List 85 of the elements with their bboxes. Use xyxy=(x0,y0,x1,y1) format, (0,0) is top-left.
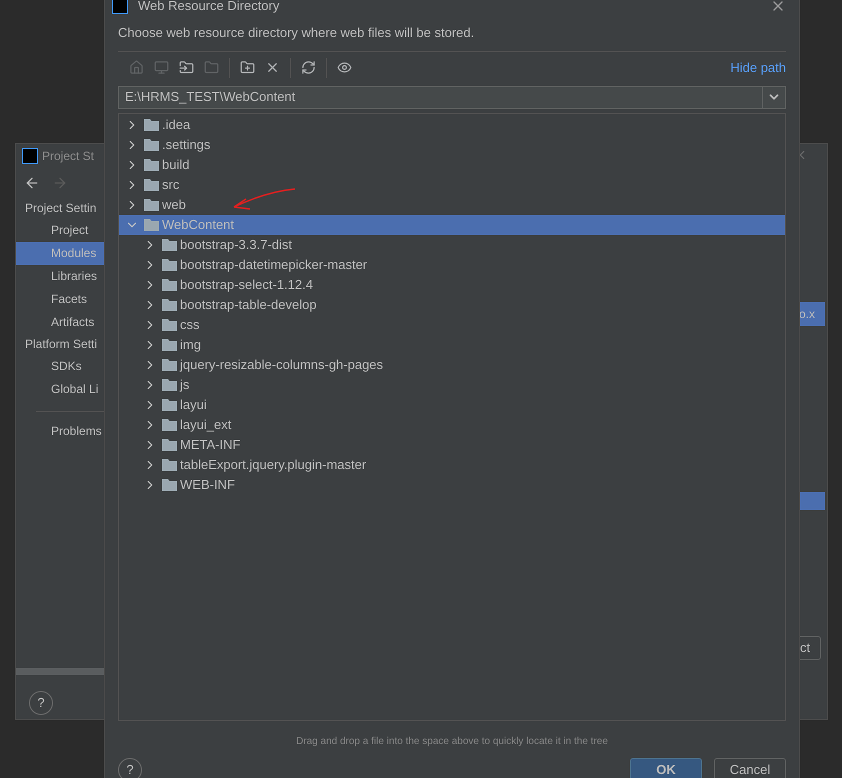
tree-row[interactable]: bootstrap-table-develop xyxy=(119,294,785,314)
path-field[interactable]: E:\HRMS_TEST\WebContent xyxy=(118,86,786,108)
folder-arrow-icon[interactable] xyxy=(179,60,194,75)
help-button[interactable]: ? xyxy=(29,691,53,715)
tree-row[interactable]: build xyxy=(119,154,785,174)
section-header: Platform Setti xyxy=(24,336,98,353)
folder-icon xyxy=(162,338,177,351)
folder-name: bootstrap-table-develop xyxy=(180,296,317,314)
tree-row[interactable]: bootstrap-3.3.7-dist xyxy=(119,234,785,254)
tree-row[interactable]: bootstrap-select-1.12.4 xyxy=(119,274,785,294)
tree-row[interactable]: css xyxy=(119,314,785,334)
folder-icon xyxy=(144,118,159,131)
sidebar-item[interactable]: Libraries xyxy=(16,265,105,288)
tree-row[interactable]: web xyxy=(119,194,785,214)
folder-icon xyxy=(162,418,177,431)
folder-name: .idea xyxy=(162,116,190,134)
folder-name: css xyxy=(180,316,200,334)
folder-icon xyxy=(162,378,177,391)
eye-icon[interactable] xyxy=(337,60,352,75)
sidebar-item[interactable]: Global Li xyxy=(16,378,105,401)
folder-name: .settings xyxy=(162,136,210,154)
folder-name: build xyxy=(162,156,190,174)
folder-name: src xyxy=(162,176,180,194)
folder-name: web xyxy=(162,196,186,214)
folder-icon xyxy=(162,298,177,311)
folder-name: layui_ext xyxy=(180,416,232,434)
sidebar-item[interactable]: Artifacts xyxy=(16,311,105,334)
refresh-icon[interactable] xyxy=(301,60,316,75)
tree-row[interactable]: WEB-INF xyxy=(119,474,785,494)
sidebar-item[interactable]: Project xyxy=(16,219,105,242)
scrollbar[interactable] xyxy=(16,668,105,675)
tree-row[interactable]: .idea xyxy=(119,114,785,134)
hide-path-link[interactable]: Hide path xyxy=(730,58,786,78)
tree-row[interactable]: layui_ext xyxy=(119,414,785,434)
folder-icon xyxy=(162,458,177,471)
folder-name: META-INF xyxy=(180,436,240,454)
folder-name: img xyxy=(180,336,201,354)
ok-button[interactable]: OK xyxy=(630,758,702,778)
folder-icon xyxy=(162,438,177,451)
tree-row[interactable]: META-INF xyxy=(119,434,785,454)
section-header: Project Settin xyxy=(24,200,98,217)
folder-icon xyxy=(162,318,177,331)
tree-row[interactable]: img xyxy=(119,334,785,354)
window-title: Project St xyxy=(42,148,94,165)
folder-name: bootstrap-3.3.7-dist xyxy=(180,236,292,254)
tree-row[interactable]: jquery-resizable-columns-gh-pages xyxy=(119,354,785,374)
folder-name: bootstrap-datetimepicker-master xyxy=(180,256,368,274)
folder-icon xyxy=(144,158,159,171)
folder-icon xyxy=(144,138,159,151)
hint-text: Drag and drop a file into the space above to quickly locate it in the tree xyxy=(296,734,608,748)
folder-name: tableExport.jquery.plugin-master xyxy=(180,456,366,474)
folder-icon xyxy=(144,178,159,191)
folder-name: js xyxy=(180,376,190,394)
tree-row[interactable]: bootstrap-datetimepicker-master xyxy=(119,254,785,274)
folder-name: bootstrap-select-1.12.4 xyxy=(180,276,313,294)
tree-row[interactable]: .settings xyxy=(119,134,785,154)
folder-icon xyxy=(162,398,177,411)
dialog-title: Web Resource Directory xyxy=(138,0,280,16)
tree-row[interactable]: tableExport.jquery.plugin-master xyxy=(119,454,785,474)
folder-name: WebContent xyxy=(162,216,234,234)
tree-row[interactable]: layui xyxy=(119,394,785,414)
folder-icon xyxy=(162,258,177,271)
sidebar-item[interactable]: Problems xyxy=(16,422,105,440)
folder-icon xyxy=(162,478,177,491)
new-folder-icon[interactable] xyxy=(240,60,255,75)
folder-name: WEB-INF xyxy=(180,476,235,494)
close-icon[interactable] xyxy=(265,60,280,75)
folder-icon xyxy=(144,198,159,211)
tree-row[interactable]: js xyxy=(119,374,785,394)
folder-name: jquery-resizable-columns-gh-pages xyxy=(180,356,384,374)
folder-icon xyxy=(162,358,177,371)
tree-row[interactable]: src xyxy=(119,174,785,194)
folder-icon xyxy=(144,218,159,231)
description: Choose web resource directory where web files will be stored. xyxy=(118,24,476,42)
folder-icon xyxy=(162,278,177,291)
sidebar-item[interactable]: Facets xyxy=(16,288,105,311)
app-logo-icon xyxy=(22,148,38,164)
app-logo-icon xyxy=(112,0,128,14)
folder-icon xyxy=(162,238,177,251)
back-arrow-icon[interactable] xyxy=(24,175,40,191)
action-button[interactable]: ct xyxy=(799,636,821,660)
sidebar-item[interactable]: SDKs xyxy=(16,355,105,378)
folder-name: layui xyxy=(180,396,207,414)
help-button[interactable]: ? xyxy=(118,758,142,778)
cancel-button[interactable]: Cancel xyxy=(714,758,786,778)
